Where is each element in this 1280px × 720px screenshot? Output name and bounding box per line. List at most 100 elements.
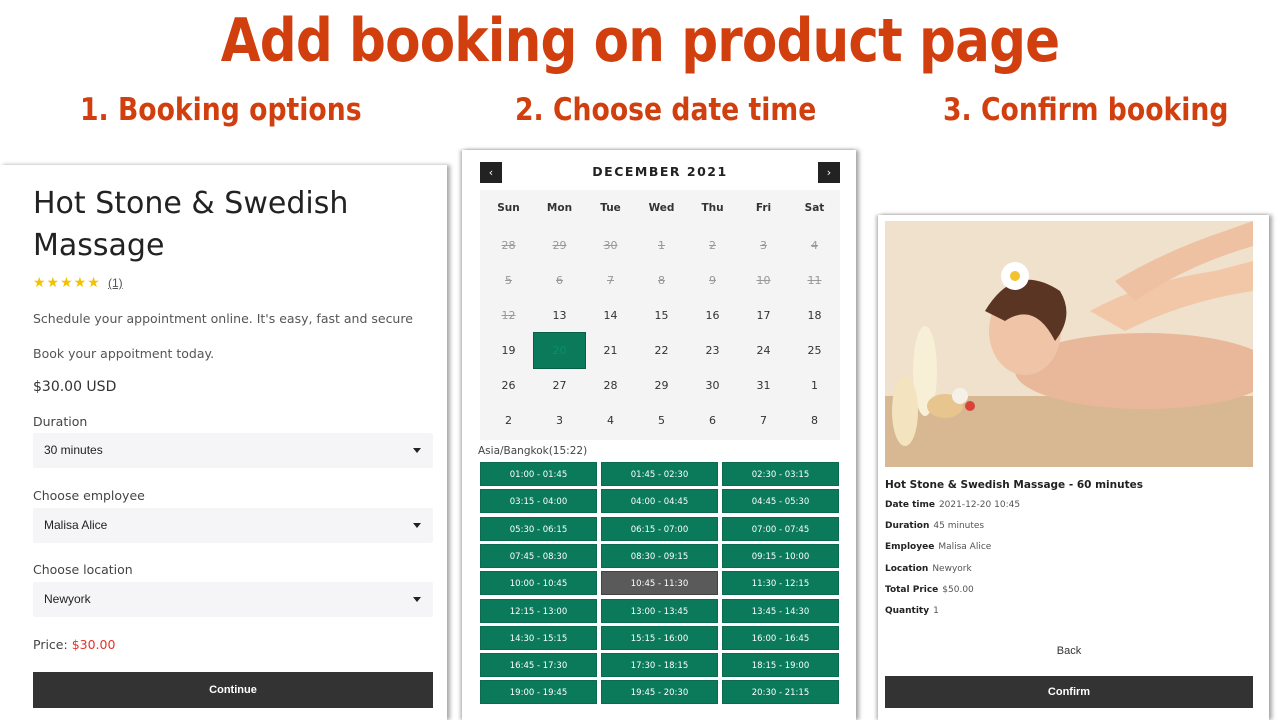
time-slot-button[interactable]: 15:15 - 16:00 (601, 625, 718, 650)
time-slot-button[interactable]: 17:30 - 18:15 (601, 653, 718, 678)
employee-select[interactable]: Malisa Alice (33, 508, 433, 543)
summary-row-label: Date time (885, 500, 935, 510)
time-slot-button[interactable]: 19:45 - 20:30 (601, 680, 718, 705)
calendar-day[interactable]: 6 (687, 403, 738, 438)
calendar-day[interactable]: 23 (687, 333, 738, 368)
time-slot-button[interactable]: 12:15 - 13:00 (480, 598, 597, 623)
product-description-2: Book your appoitment today. (33, 346, 215, 361)
calendar-day[interactable]: 15 (636, 298, 687, 333)
calendar-day: 3 (760, 239, 767, 252)
time-slot-button[interactable]: 16:45 - 17:30 (480, 653, 597, 678)
time-slot-button[interactable]: 16:00 - 16:45 (722, 625, 839, 650)
summary-row: Location Newyork (885, 564, 972, 574)
weekday-6: Sat (804, 202, 825, 214)
caret-down-icon (413, 597, 421, 602)
calendar-day: 29 (552, 239, 567, 252)
time-slot-button[interactable]: 01:45 - 02:30 (601, 462, 718, 486)
summary-row: Duration 45 minutes (885, 521, 984, 531)
calendar-day[interactable]: 27 (534, 368, 585, 403)
confirm-button[interactable]: Confirm (885, 676, 1253, 708)
calendar-day[interactable]: 24 (738, 333, 789, 368)
calendar-day[interactable]: 2 (483, 403, 534, 438)
summary-row: Employee Malisa Alice (885, 542, 991, 552)
calendar-day[interactable]: 20 (533, 332, 586, 369)
continue-button[interactable]: Continue (33, 672, 433, 708)
calendar-day[interactable]: 14 (585, 298, 636, 333)
calendar-day[interactable]: 26 (483, 368, 534, 403)
product-price: $30.00 USD (33, 379, 117, 395)
calendar-day[interactable]: 21 (585, 333, 636, 368)
calendar-day[interactable]: 13 (534, 298, 585, 333)
timezone-label: Asia/Bangkok(15:22) (478, 445, 588, 457)
calendar-day: 9 (709, 274, 716, 287)
back-button[interactable]: Back (885, 645, 1253, 657)
weekday-1: Mon (546, 202, 573, 214)
summary-row-label: Total Price (885, 584, 939, 595)
time-slot-button[interactable]: 04:45 - 05:30 (722, 489, 839, 514)
time-slot-button[interactable]: 20:30 - 21:15 (722, 680, 839, 705)
time-slot-button[interactable]: 03:15 - 04:00 (480, 489, 597, 514)
summary-row-label: Location (885, 563, 929, 574)
time-slot-button[interactable]: 05:30 - 06:15 (480, 516, 597, 541)
time-slot-button[interactable]: 07:00 - 07:45 (722, 516, 839, 541)
time-slot-button[interactable]: 09:15 - 10:00 (722, 543, 839, 568)
location-value: Newyork (44, 592, 91, 606)
calendar-header: ‹ DECEMBER 2021 › (480, 162, 840, 184)
date-time-panel: ‹ DECEMBER 2021 › Sun Mon Tue Wed Thu Fri Sat 2… (462, 150, 856, 720)
calendar-day: 5 (505, 274, 512, 287)
time-slot-button[interactable]: 14:30 - 15:15 (480, 625, 597, 650)
calendar-day[interactable]: 5 (636, 403, 687, 438)
calendar-day[interactable]: 19 (483, 333, 534, 368)
calendar-day[interactable]: 8 (789, 403, 840, 438)
time-slot-button[interactable]: 07:45 - 08:30 (480, 543, 597, 568)
time-slot-button[interactable]: 08:30 - 09:15 (601, 543, 718, 568)
calendar-day[interactable]: 4 (585, 403, 636, 438)
weekday-0: Sun (497, 202, 520, 214)
calendar-day[interactable]: 18 (789, 298, 840, 333)
next-month-icon[interactable]: › (818, 162, 840, 183)
summary-row-value: 45 minutes (933, 521, 985, 532)
review-count-link[interactable]: (1) (108, 276, 123, 290)
calendar-day[interactable]: 30 (687, 368, 738, 403)
time-slot-button[interactable]: 04:00 - 04:45 (601, 489, 718, 514)
calendar-day[interactable]: 29 (636, 368, 687, 403)
time-slot-button[interactable]: 11:30 - 12:15 (722, 571, 839, 596)
weekday-3: Wed (648, 202, 675, 214)
calendar-day[interactable]: 7 (738, 403, 789, 438)
location-label: Choose location (33, 562, 133, 577)
summary-row-value: Newyork (932, 563, 972, 574)
duration-select[interactable]: 30 minutes (33, 433, 433, 468)
time-slot-button[interactable]: 13:45 - 14:30 (722, 598, 839, 623)
booking-summary-title: Hot Stone & Swedish Massage - 60 minutes (885, 479, 1143, 491)
time-slot-button[interactable]: 02:30 - 03:15 (722, 462, 839, 486)
time-slot-button[interactable]: 19:00 - 19:45 (480, 680, 597, 705)
calendar-day[interactable]: 28 (585, 368, 636, 403)
calendar-day[interactable]: 25 (789, 333, 840, 368)
step-1-heading: 1. Booking options (80, 92, 362, 128)
step-3-heading: 3. Confirm booking (943, 92, 1229, 128)
calendar-day[interactable]: 31 (738, 368, 789, 403)
time-slot-button[interactable]: 01:00 - 01:45 (480, 462, 597, 486)
calendar-day: 12 (501, 309, 516, 322)
time-slot-button[interactable]: 18:15 - 19:00 (722, 653, 839, 678)
calendar-day: 30 (603, 239, 618, 252)
summary-row-label: Duration (885, 521, 930, 532)
calendar-day[interactable]: 17 (738, 298, 789, 333)
calendar-day: 28 (501, 239, 516, 252)
location-select[interactable]: Newyork (33, 582, 433, 617)
calendar-day[interactable]: 3 (534, 403, 585, 438)
employee-label: Choose employee (33, 488, 145, 503)
time-slot-button[interactable]: 06:15 - 07:00 (601, 516, 718, 541)
calendar-day[interactable]: 22 (636, 333, 687, 368)
calendar-day: 10 (756, 274, 771, 287)
calendar-day: 11 (807, 274, 822, 287)
calendar-day[interactable]: 16 (687, 298, 738, 333)
calendar-day[interactable]: 1 (789, 368, 840, 403)
calendar-day: 2 (709, 239, 716, 252)
time-slot-button[interactable]: 10:45 - 11:30 (601, 571, 718, 596)
step-2-heading: 2. Choose date time (515, 92, 817, 128)
time-slot-button[interactable]: 13:00 - 13:45 (601, 598, 718, 623)
time-slot-button[interactable]: 10:00 - 10:45 (480, 571, 597, 596)
price-label: Price: (33, 637, 68, 652)
price-value: $30.00 (71, 637, 116, 652)
